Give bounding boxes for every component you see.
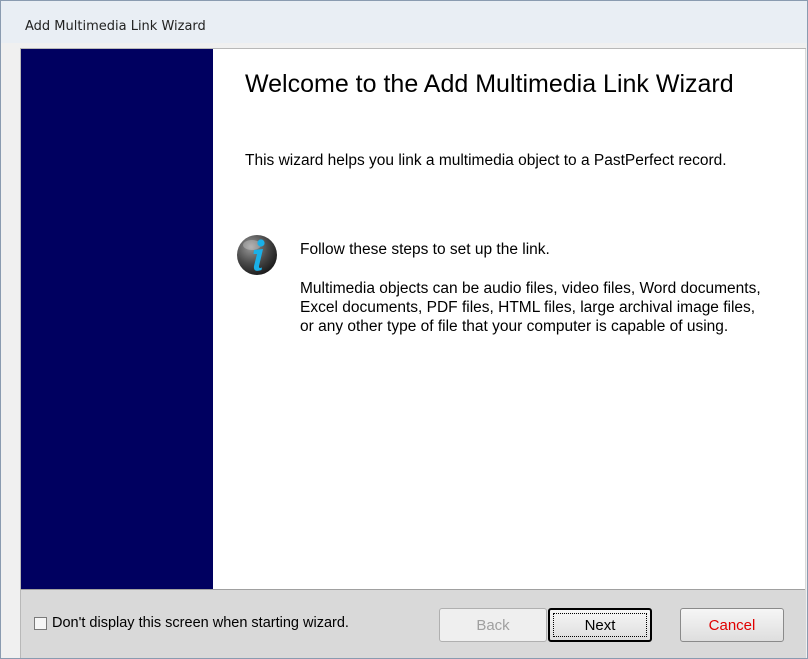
cancel-button[interactable]: Cancel	[680, 608, 784, 642]
welcome-panel: Welcome to the Add Multimedia Link Wizar…	[213, 49, 805, 589]
dont-display-checkbox[interactable]: Don't display this screen when starting …	[34, 615, 349, 631]
info-icon	[235, 233, 279, 277]
checkbox-box[interactable]	[34, 616, 47, 630]
back-button[interactable]: Back	[439, 608, 547, 642]
back-button-label: Back	[476, 616, 510, 634]
window-title: Add Multimedia Link Wizard	[25, 19, 206, 34]
title-bar[interactable]: Add Multimedia Link Wizard	[1, 1, 807, 43]
page-title: Welcome to the Add Multimedia Link Wizar…	[245, 70, 734, 98]
cancel-button-label: Cancel	[708, 616, 756, 634]
next-button[interactable]: Next	[548, 608, 652, 642]
step-text: Follow these steps to set up the link.	[300, 241, 550, 258]
checkbox-label[interactable]: Don't display this screen when starting …	[52, 615, 349, 631]
button-bar: Don't display this screen when starting …	[21, 589, 805, 657]
intro-text: This wizard helps you link a multimedia …	[245, 152, 727, 169]
side-banner	[21, 49, 213, 589]
detail-text: Multimedia objects can be audio files, v…	[300, 280, 761, 335]
focus-rectangle	[553, 613, 647, 637]
divider	[21, 589, 805, 590]
wizard-client-area: Welcome to the Add Multimedia Link Wizar…	[20, 48, 806, 658]
wizard-window: Add Multimedia Link Wizard Welcome to th…	[0, 0, 808, 659]
